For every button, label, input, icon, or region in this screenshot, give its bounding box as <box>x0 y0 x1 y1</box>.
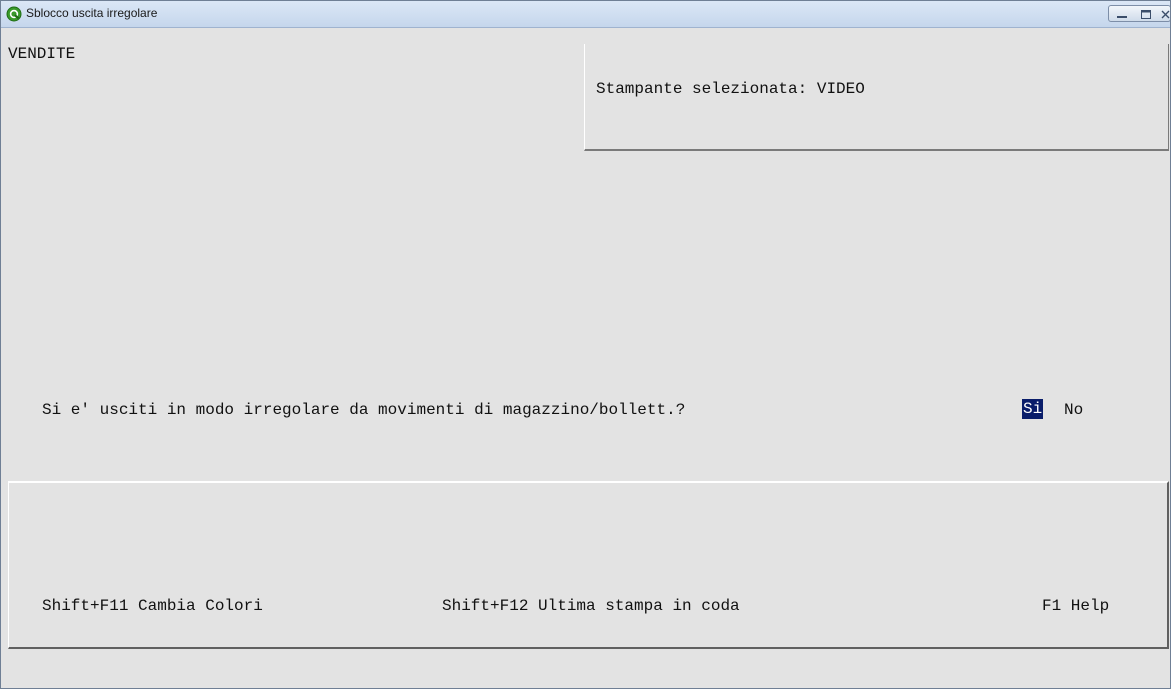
minimize-icon <box>1117 16 1127 18</box>
function-key-panel <box>8 481 1169 649</box>
maximize-button[interactable] <box>1133 5 1159 22</box>
last-print-queue-key[interactable]: Shift+F12 Ultima stampa in coda <box>442 597 740 615</box>
change-colors-key[interactable]: Shift+F11 Cambia Colori <box>42 597 263 615</box>
app-window: Sblocco uscita irregolare VENDITE Stampa… <box>0 0 1171 689</box>
maximize-icon <box>1141 10 1151 19</box>
terminal-screen: VENDITE Stampante selezionata: VIDEO Si … <box>1 28 1170 688</box>
module-label: VENDITE <box>8 45 76 63</box>
question-prompt: Si e' usciti in modo irregolare da movim… <box>42 401 686 419</box>
close-icon <box>1161 10 1170 19</box>
help-key[interactable]: F1 Help <box>1042 597 1109 615</box>
printer-panel: Stampante selezionata: VIDEO <box>584 44 1169 151</box>
printer-label: Stampante selezionata: VIDEO <box>596 80 865 98</box>
close-button[interactable] <box>1158 5 1170 22</box>
app-q-icon <box>6 6 22 22</box>
title-bar[interactable]: Sblocco uscita irregolare <box>1 1 1170 28</box>
minimize-button[interactable] <box>1108 5 1134 22</box>
option-no[interactable]: No <box>1064 401 1083 419</box>
window-title: Sblocco uscita irregolare <box>26 6 158 20</box>
option-yes[interactable]: Si <box>1022 399 1044 419</box>
